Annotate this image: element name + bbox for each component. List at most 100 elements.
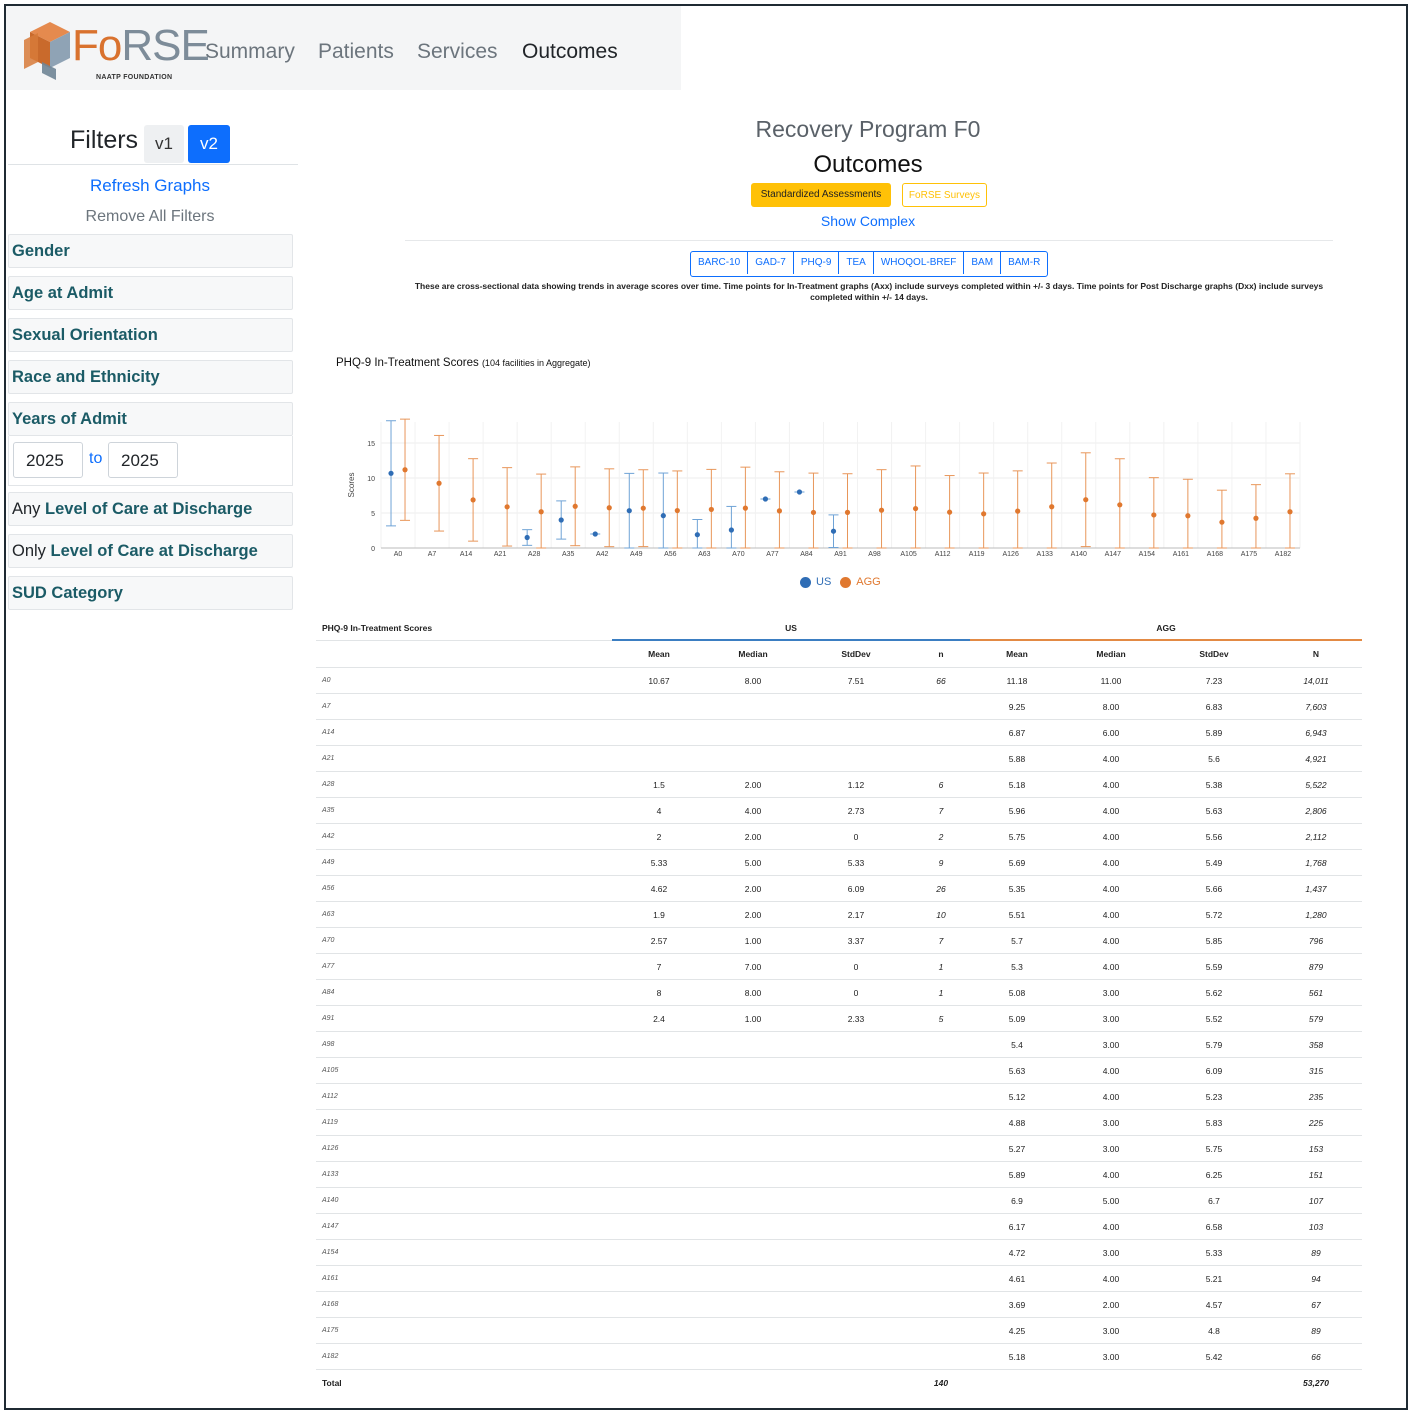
agg-point[interactable] [1049,504,1055,510]
agg-point[interactable] [1117,502,1123,508]
table-cell: 0 [800,823,912,850]
table-row: A84 8 8.00 0 1 5.08 3.00 5.62 561 [316,979,1362,1006]
agg-point[interactable] [947,509,953,515]
legend-us-marker[interactable] [800,576,811,588]
us-point[interactable] [694,532,700,538]
table-cell: 4.00 [1064,1161,1158,1188]
x-tick-label: A154 [1139,551,1155,558]
legend-agg-marker[interactable] [840,576,852,588]
table-cell: 5.18 [970,1343,1064,1370]
column-header-us-mean[interactable]: Mean [612,640,706,668]
us-point[interactable] [388,470,394,476]
agg-point[interactable] [708,506,714,513]
row-label: A147 [316,1213,612,1240]
table-cell: 3.37 [800,927,912,954]
agg-point[interactable] [504,504,510,510]
tab-whoqol-bref[interactable]: WHOQOL-BREF [872,252,964,274]
agg-point[interactable] [640,505,646,511]
standardized-assessments-button[interactable]: Standardized Assessments [751,183,891,207]
agg-point[interactable] [1287,509,1293,515]
agg-point[interactable] [1083,497,1089,503]
x-tick-label: A112 [935,551,951,558]
agg-point[interactable] [1151,512,1157,518]
agg-point[interactable] [844,509,851,515]
agg-point[interactable] [470,497,476,503]
us-point[interactable] [558,517,564,523]
year-to-input[interactable]: 2025 [108,442,178,478]
table-cell: 6.87 [970,719,1064,746]
table-row: A98 5.4 3.00 5.79 358 [316,1031,1362,1058]
remove-all-filters-link[interactable]: Remove All Filters [8,208,292,226]
agg-point[interactable] [878,507,885,513]
tab-gad-7[interactable]: GAD-7 [747,252,793,274]
column-header-agg-mean[interactable]: Mean [970,640,1064,668]
column-header-us-median[interactable]: Median [706,640,800,668]
nav-summary[interactable]: Summary [205,40,295,64]
table-cell [800,1187,912,1214]
x-tick-label: A21 [494,551,507,558]
filters-v2-button[interactable]: v2 [188,125,230,163]
agg-point[interactable] [1185,513,1191,519]
table-cell: 7.00 [706,953,800,980]
filters-v1-button[interactable]: v1 [144,125,184,163]
nav-patients[interactable]: Patients [318,40,394,64]
filter-gender[interactable]: Gender [8,234,293,268]
nav-outcomes[interactable]: Outcomes [522,40,618,64]
us-point[interactable] [626,508,632,514]
table-cell: 2,806 [1270,797,1362,824]
agg-point[interactable] [981,511,987,517]
forse-logo[interactable]: FoRSE NAATP FOUNDATION [20,18,210,88]
agg-point[interactable] [1253,515,1259,521]
table-row: A42 2 2.00 0 2 5.75 4.00 5.56 2,112 [316,823,1362,850]
us-point[interactable] [524,534,530,541]
filter-sud-category[interactable]: SUD Category [8,576,293,610]
us-point[interactable] [796,489,803,495]
agg-point[interactable] [436,480,442,486]
tab-phq-9[interactable]: PHQ-9 [792,252,839,274]
agg-point[interactable] [402,467,408,473]
agg-point[interactable] [742,505,748,511]
table-cell: 1 [912,979,970,1006]
phq9-chart: 0 5 10 15 Scores A0 A7 A14 A21 A28 A35 A42 A49 A56 A63… [347,418,1301,558]
table-cell: 6.7 [1158,1187,1270,1214]
table-cell [912,1239,970,1266]
agg-point[interactable] [912,505,919,512]
agg-point[interactable] [674,507,680,514]
nav-services[interactable]: Services [417,40,498,64]
agg-point[interactable] [1219,519,1225,525]
column-header-us-stddev[interactable]: StdDev [800,640,912,668]
show-complex-link[interactable]: Show Complex [640,213,1096,229]
agg-point[interactable] [1015,508,1021,514]
table-row: A35 4 4.00 2.73 7 5.96 4.00 5.63 2,806 [316,797,1362,824]
agg-point[interactable] [538,509,544,515]
us-point[interactable] [592,531,598,537]
refresh-graphs-link[interactable]: Refresh Graphs [8,176,292,196]
filter-any-level-of-care[interactable]: Any Level of Care at Discharge [8,492,293,526]
us-point[interactable] [762,496,769,502]
year-from-input[interactable]: 2025 [13,442,83,478]
row-label: A91 [316,1005,612,1032]
column-header-agg-stddev[interactable]: StdDev [1158,640,1270,668]
x-tick-label: A14 [460,551,473,558]
column-header-agg-n[interactable]: N [1270,640,1362,668]
us-point[interactable] [660,513,666,519]
filter-age-at-admit[interactable]: Age at Admit [8,276,293,310]
filter-years-of-admit[interactable]: Years of Admit [8,402,293,436]
us-point[interactable] [728,527,734,533]
us-point[interactable] [830,528,837,534]
table-cell: 5.18 [970,771,1064,798]
column-header-us-n[interactable]: n [912,640,970,668]
tab-tea[interactable]: TEA [838,252,872,274]
filter-only-level-of-care[interactable]: Only Level of Care at Discharge [8,534,293,568]
agg-point[interactable] [606,505,612,511]
tab-barc-10[interactable]: BARC-10 [691,252,747,274]
filter-sexual-orientation[interactable]: Sexual Orientation [8,318,293,352]
tab-bam-r[interactable]: BAM-R [1000,252,1047,274]
filter-race-ethnicity[interactable]: Race and Ethnicity [8,360,293,394]
column-header-agg-median[interactable]: Median [1064,640,1158,668]
agg-point[interactable] [810,509,817,516]
agg-point[interactable] [572,503,578,509]
agg-point[interactable] [776,508,783,514]
tab-bam[interactable]: BAM [963,252,1000,274]
forse-surveys-button[interactable]: FoRSE Surveys [902,183,987,207]
